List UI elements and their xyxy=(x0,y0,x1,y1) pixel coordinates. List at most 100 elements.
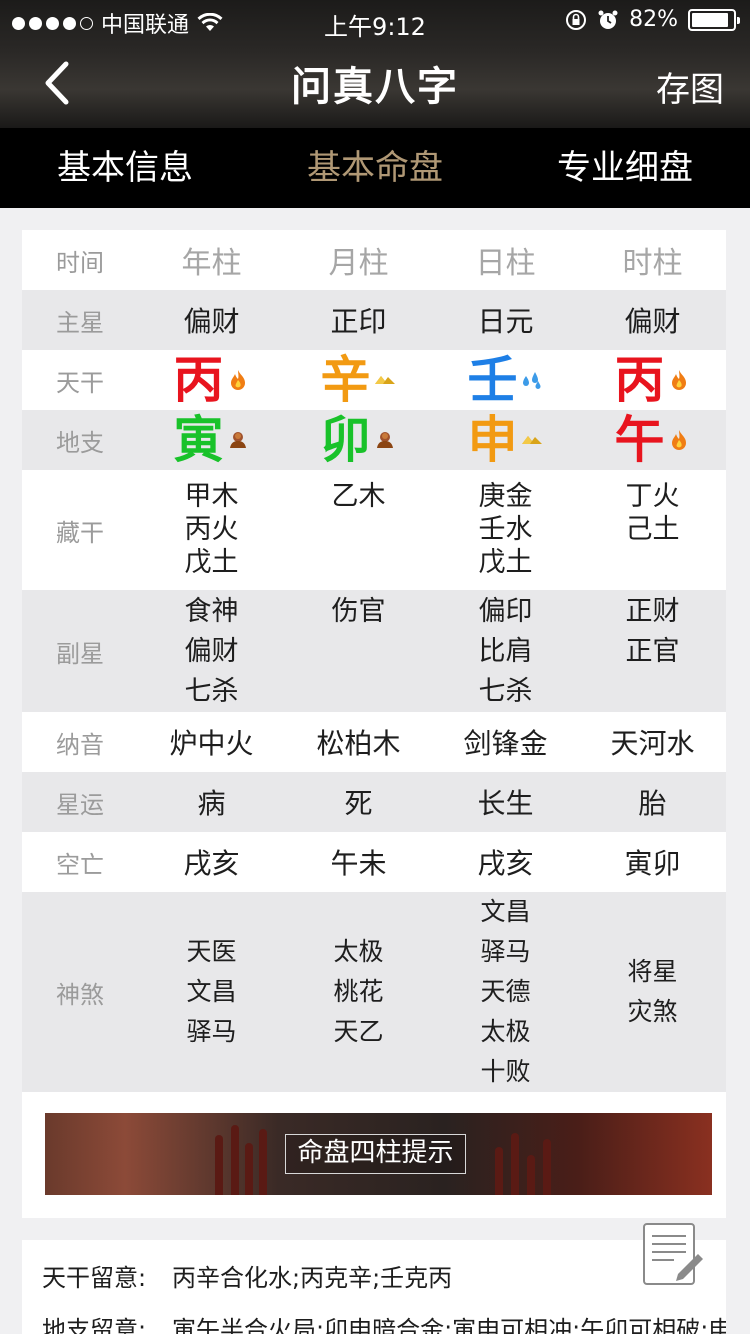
row-nayin: 纳音 炉中火 松柏木 剑锋金 天河水 xyxy=(22,712,726,772)
row-tiangan: 天干 丙 辛 壬 丙 xyxy=(22,350,726,410)
note-key: 天干留意: xyxy=(42,1264,147,1292)
note-key: 地支留意: xyxy=(42,1316,147,1334)
row-shensha: 神煞 天医 文昌 驿马 太极 桃花 天乙 文昌 驿马 天德 太极 十败 将星 灾… xyxy=(22,892,726,1092)
kongwang-cell: 戌亥 xyxy=(477,847,534,880)
dizhi-char: 卯 xyxy=(320,411,371,469)
canggan-item: 乙木 xyxy=(331,481,386,512)
metal-ingot-icon xyxy=(521,436,542,444)
shensha-item: 驿马 xyxy=(480,937,531,966)
tab-bar: 基本信息 基本命盘 专业细盘 xyxy=(0,128,750,208)
row-canggan: 藏干 甲木 丙火 戊土 乙木 庚金 壬水 戊土 丁火 己土 xyxy=(22,470,726,590)
shensha-item: 驿马 xyxy=(186,1017,237,1046)
shensha-item: 文昌 xyxy=(480,897,531,926)
row-label: 神煞 xyxy=(22,892,138,1092)
dizhi-char: 申 xyxy=(467,411,518,469)
fuxing-item: 正官 xyxy=(625,636,680,667)
main-star-cell: 正印 xyxy=(285,290,432,350)
row-label: 星运 xyxy=(22,772,138,832)
fire-icon xyxy=(230,370,245,390)
shensha-item: 将星 xyxy=(627,957,678,986)
shensha-item: 文昌 xyxy=(186,977,237,1006)
fuxing-item: 比肩 xyxy=(478,636,533,667)
wood-icon xyxy=(376,432,393,448)
tiangan-char: 丙 xyxy=(614,351,665,409)
column-month: 月柱 xyxy=(328,246,389,281)
shensha-item: 天德 xyxy=(480,977,531,1006)
row-dizhi: 地支 寅 卯 申 午 xyxy=(22,410,726,470)
nayin-cell: 松柏木 xyxy=(316,727,401,760)
shensha-item: 灾煞 xyxy=(627,997,678,1026)
shensha-item: 太极 xyxy=(480,1017,531,1046)
status-bar: 中国联通 上午9:12 82% xyxy=(0,0,750,42)
note-value: 丙辛合化水;丙克辛;壬克丙 xyxy=(172,1264,453,1292)
row-label: 地支 xyxy=(22,410,138,470)
canggan-item: 丙火 xyxy=(184,514,239,545)
column-year: 年柱 xyxy=(181,246,242,281)
nayin-cell: 天河水 xyxy=(610,727,695,760)
chart-tips-button[interactable]: 命盘四柱提示 xyxy=(285,1134,466,1174)
tiangan-char: 壬 xyxy=(467,351,518,409)
rotation-lock-icon xyxy=(566,9,587,30)
battery-icon xyxy=(688,8,740,31)
app-header: 中国联通 上午9:12 82% 问真八字 存图 xyxy=(0,0,750,128)
dizhi-char: 寅 xyxy=(173,411,224,469)
canggan-item: 庚金 xyxy=(478,481,533,512)
row-label: 藏干 xyxy=(56,518,104,547)
canggan-item: 壬水 xyxy=(478,514,533,545)
shensha-item: 十败 xyxy=(480,1057,531,1086)
alarm-icon xyxy=(598,10,618,29)
column-day: 日柱 xyxy=(475,246,536,281)
row-fuxing: 副星 食神 偏财 七杀 伤官 偏印 比肩 七杀 正财 正官 xyxy=(22,590,726,712)
shensha-item: 太极 xyxy=(333,937,384,966)
tab-basic-chart[interactable]: 基本命盘 xyxy=(250,128,500,208)
row-label: 主星 xyxy=(22,290,138,350)
metal-ingot-icon xyxy=(374,376,395,384)
xingyun-cell: 病 xyxy=(138,772,285,832)
main-star-cell: 日元 xyxy=(432,290,579,350)
xingyun-cell: 胎 xyxy=(579,772,726,832)
fire-icon xyxy=(671,370,686,390)
fire-icon xyxy=(671,430,686,450)
tiangan-char: 辛 xyxy=(320,351,371,409)
battery-percent: 82% xyxy=(629,7,678,32)
note-value: 寅午半合火局;卯申暗合金;寅申可相冲;午卯可相破;申 xyxy=(172,1316,726,1334)
save-image-button[interactable]: 存图 xyxy=(656,62,724,111)
row-xingyun: 星运 病 死 长生 胎 xyxy=(22,772,726,832)
shensha-item: 桃花 xyxy=(333,977,384,1006)
water-drops-icon xyxy=(522,372,540,389)
dizhi-note: 地支留意: 寅午半合火局;卯申暗合金;寅申可相冲;午卯可相破;申 xyxy=(42,1310,726,1334)
bazi-chart-table: 时间 年柱 月柱 日柱 时柱 主星 偏财 正印 日元 偏财 天干 丙 辛 壬 丙… xyxy=(22,230,726,1092)
main-star-cell: 偏财 xyxy=(138,290,285,350)
kongwang-cell: 寅卯 xyxy=(624,847,681,880)
fuxing-item: 食神 xyxy=(184,596,239,627)
fuxing-item: 正财 xyxy=(625,596,680,627)
kongwang-cell: 戌亥 xyxy=(183,847,240,880)
tab-basic-info[interactable]: 基本信息 xyxy=(0,128,250,208)
row-label: 纳音 xyxy=(56,730,104,759)
row-main-star: 主星 偏财 正印 日元 偏财 xyxy=(22,290,726,350)
canggan-item: 甲木 xyxy=(184,481,239,512)
row-label: 空亡 xyxy=(56,850,104,879)
page-title: 问真八字 xyxy=(291,64,459,110)
main-star-cell: 偏财 xyxy=(579,290,726,350)
fuxing-item: 偏印 xyxy=(478,596,533,627)
nav-bar: 问真八字 存图 xyxy=(0,42,750,128)
tiangan-note: 天干留意: 丙辛合化水;丙克辛;壬克丙 xyxy=(42,1258,452,1293)
wood-icon xyxy=(229,432,246,448)
xingyun-cell: 长生 xyxy=(432,772,579,832)
fuxing-item: 七杀 xyxy=(478,676,533,707)
row-kongwang: 空亡 戌亥 午未 戌亥 寅卯 xyxy=(22,832,726,892)
edit-document-icon[interactable] xyxy=(640,1222,706,1288)
tab-detailed-chart[interactable]: 专业细盘 xyxy=(500,128,750,208)
bazi-chart-card: 时间 年柱 月柱 日柱 时柱 主星 偏财 正印 日元 偏财 天干 丙 辛 壬 丙… xyxy=(22,230,726,1218)
fuxing-item: 七杀 xyxy=(184,676,239,707)
row-header: 时间 年柱 月柱 日柱 时柱 xyxy=(22,230,726,290)
row-label: 副星 xyxy=(22,590,138,712)
canggan-item: 戊土 xyxy=(478,547,533,578)
nayin-cell: 炉中火 xyxy=(169,727,254,760)
chart-tips-banner[interactable]: 命盘四柱提示 xyxy=(45,1113,712,1195)
row-label: 时间 xyxy=(56,248,104,277)
canggan-item: 丁火 xyxy=(625,481,680,512)
shensha-item: 天乙 xyxy=(333,1017,384,1046)
fuxing-item: 偏财 xyxy=(184,636,239,667)
